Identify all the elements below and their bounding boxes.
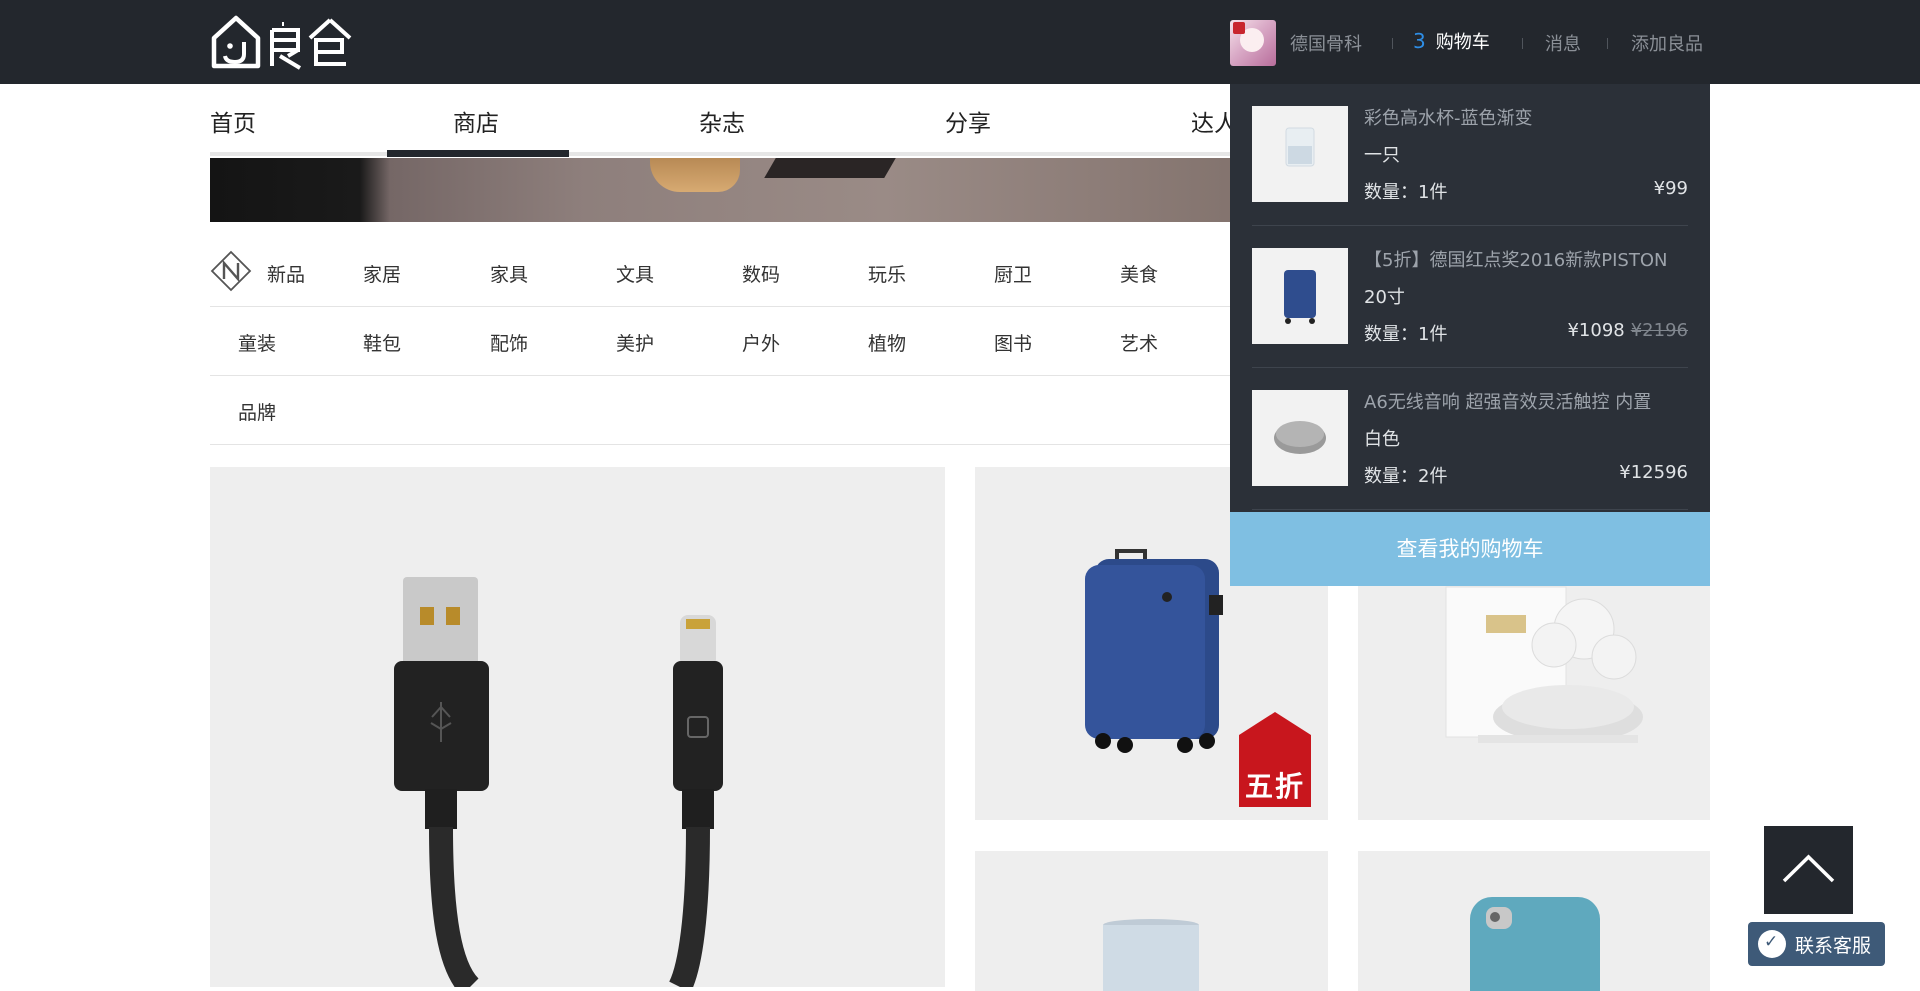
category-home[interactable]: 家居 [363,260,401,287]
category-digital[interactable]: 数码 [742,260,780,287]
cart-item[interactable]: A6无线音响 超强音效灵活触控 内置 白色 数量：2件 ¥12596 [1252,368,1688,510]
nav-item-share[interactable]: 分享 [945,104,991,138]
banner-decor [650,158,740,192]
discount-badge: 五折 [1245,770,1306,803]
cart-item-name[interactable]: 彩色高水杯-蓝色渐变 [1364,104,1684,130]
divider [1522,38,1523,49]
price: ¥1098 [1567,320,1625,341]
nav-item-shop[interactable]: 商店 [453,104,499,138]
messages-link[interactable]: 消息 [1545,30,1581,56]
cart-item-quantity: 数量：2件 [1364,466,1448,487]
cart-item-variant: 20寸 [1364,287,1405,308]
product-card-cable[interactable] [210,467,945,987]
cart-item-variant: 白色 [1364,429,1400,450]
price: ¥99 [1653,178,1688,199]
phone-case-image [1470,897,1600,991]
category-toys[interactable]: 玩乐 [868,260,906,287]
chat-icon [1758,930,1786,958]
cart-item-thumbnail[interactable] [1252,390,1348,486]
category-beauty[interactable]: 美护 [616,329,654,356]
new-arrivals-icon [210,250,252,292]
category-brands[interactable]: 品牌 [238,398,276,425]
cable-image [394,577,723,987]
original-price: ¥2196 [1630,320,1688,341]
category-accessories[interactable]: 配饰 [490,329,528,356]
nav-item-magazine[interactable]: 杂志 [699,104,745,138]
category-bags[interactable]: 鞋包 [363,329,401,356]
cart-item-name[interactable]: A6无线音响 超强音效灵活触控 内置 [1364,388,1684,414]
customer-service-button[interactable]: 联系客服 [1748,922,1885,966]
cart-item-quantity: 数量：1件 [1364,182,1448,203]
category-kids[interactable]: 童装 [238,329,276,356]
category-plants[interactable]: 植物 [868,329,906,356]
user-menu[interactable] [1230,20,1276,66]
price: ¥12596 [1619,462,1688,483]
banner-decor [764,158,896,178]
cart-dropdown: 彩色高水杯-蓝色渐变 一只 数量：1件 ¥99 【5折】德国红点奖2016新款P… [1230,84,1710,586]
category-furniture[interactable]: 家具 [490,260,528,287]
customer-service-label: 联系客服 [1795,934,1872,957]
cart-item-variant: 一只 [1364,145,1400,166]
top-bar: 德国骨科 3 购物车 消息 添加良品 [0,0,1920,84]
cart-item-thumbnail[interactable] [1252,248,1348,344]
view-cart-button[interactable]: 查看我的购物车 [1230,512,1710,586]
cart-item-name[interactable]: 【5折】德国红点奖2016新款PISTON [1364,246,1684,272]
add-product-link[interactable]: 添加良品 [1631,30,1703,56]
divider [1607,38,1608,49]
cart-count-badge: 3 [1413,29,1426,53]
nav-item-home[interactable]: 首页 [210,104,256,138]
category-books[interactable]: 图书 [994,329,1032,356]
cart-item-quantity: 数量：1件 [1364,324,1448,345]
category-food[interactable]: 美食 [1120,260,1158,287]
product-card-cup[interactable] [975,851,1328,991]
avatar[interactable] [1230,20,1276,66]
cart-item-price: ¥12596 [1619,462,1688,483]
back-to-top-button[interactable] [1764,826,1853,914]
nav-active-indicator [387,150,569,157]
category-stationery[interactable]: 文具 [616,260,654,287]
category-kitchen[interactable]: 厨卫 [994,260,1032,287]
cart-link[interactable]: 3 购物车 [1413,28,1490,54]
username-link[interactable]: 德国骨科 [1290,30,1362,56]
category-art[interactable]: 艺术 [1120,329,1158,356]
cart-item[interactable]: 彩色高水杯-蓝色渐变 一只 数量：1件 ¥99 [1252,84,1688,226]
cart-label: 购物车 [1435,32,1490,53]
category-new[interactable]: 新品 [267,260,305,287]
chevron-up-icon [1782,854,1835,883]
cart-item[interactable]: 【5折】德国红点奖2016新款PISTON 20寸 数量：1件 ¥1098 ¥21… [1252,226,1688,368]
cart-item-thumbnail[interactable] [1252,106,1348,202]
liangcang-logo[interactable] [210,14,355,70]
category-outdoor[interactable]: 户外 [742,329,780,356]
divider [1392,38,1393,49]
cart-item-price: ¥99 [1654,178,1688,199]
cart-item-price: ¥1098 ¥2196 [1567,320,1688,341]
cup-image [1103,919,1199,991]
product-card-phone-case[interactable] [1358,851,1710,991]
